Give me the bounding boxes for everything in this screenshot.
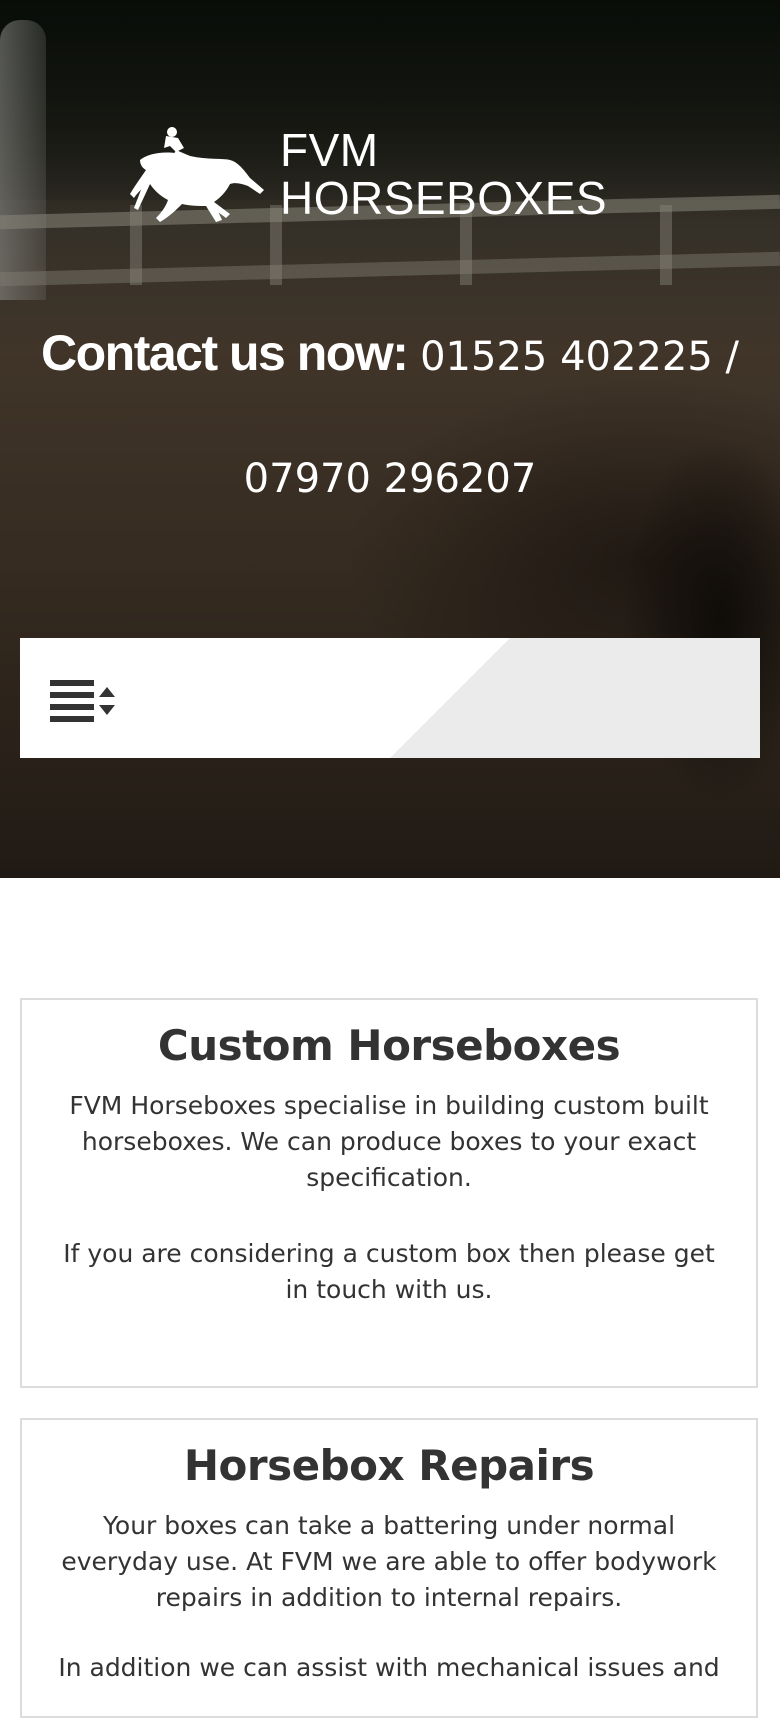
section-title: Horsebox Repairs	[183, 1441, 595, 1490]
section-paragraph: FVM Horseboxes specialise in building cu…	[69, 1091, 709, 1192]
service-card-horsebox-repairs: Horsebox Repairs Your boxes can take a b…	[20, 1418, 758, 1718]
menu-sort-icon[interactable]	[50, 680, 116, 724]
navbar-accent-shape	[390, 638, 760, 758]
contact-label: Contact us now:	[41, 325, 409, 381]
hero-banner: FVM HORSEBOXES Contact us now: 01525 402…	[0, 0, 780, 878]
section-paragraph: Your boxes can take a battering under no…	[61, 1511, 717, 1612]
site-logo[interactable]: FVM HORSEBOXES	[130, 122, 650, 234]
logo-wordmark: FVM HORSEBOXES	[280, 126, 607, 222]
section-title: Custom Horseboxes	[157, 1021, 621, 1070]
contact-banner: Contact us now: 01525 402225 / 07970 296…	[30, 292, 750, 540]
navigation-bar	[20, 638, 760, 758]
section-paragraph: In addition we can assist with mechanica…	[58, 1653, 720, 1682]
logo-line-1: FVM	[280, 124, 379, 176]
section-paragraph: If you are considering a custom box then…	[63, 1239, 715, 1304]
horse-jockey-icon	[130, 127, 264, 222]
service-card-custom-horseboxes: Custom Horseboxes FVM Horseboxes special…	[20, 998, 758, 1388]
logo-line-2: HORSEBOXES	[280, 172, 608, 224]
